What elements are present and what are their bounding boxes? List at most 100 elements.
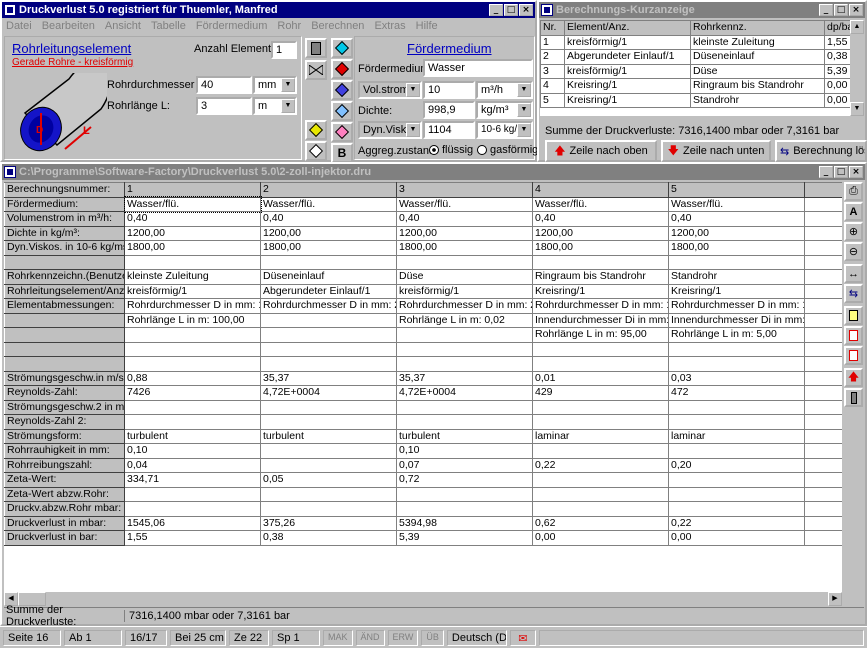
- row-header[interactable]: Druckv.abzw.Rohr mbar:: [4, 501, 125, 517]
- table-cell[interactable]: [396, 414, 533, 430]
- table-cell[interactable]: 0,40: [124, 211, 261, 227]
- row-header[interactable]: Dyn.Viskos. in 10-6 kg/ms:: [4, 240, 125, 256]
- table-cell[interactable]: [124, 341, 261, 357]
- table-cell[interactable]: [668, 399, 805, 415]
- table-cell[interactable]: 1200,00: [668, 225, 805, 241]
- table-cell[interactable]: [124, 486, 261, 502]
- table-cell[interactable]: 1800,00: [124, 240, 261, 256]
- table-cell[interactable]: 4: [532, 182, 669, 198]
- table-cell[interactable]: 0,07: [396, 457, 533, 473]
- table-cell[interactable]: 2: [260, 182, 397, 198]
- table-cell[interactable]: 0,40: [396, 211, 533, 227]
- row-header[interactable]: Rohrreibungszahl:: [4, 457, 125, 473]
- table-cell[interactable]: [804, 298, 842, 314]
- row-header[interactable]: Zeta-Wert:: [4, 472, 125, 488]
- table-cell[interactable]: Standrohr: [668, 269, 805, 285]
- cyan-diamond-button[interactable]: [331, 38, 353, 58]
- calculator-button[interactable]: [305, 38, 327, 58]
- table-cell[interactable]: [668, 472, 805, 488]
- table-cell[interactable]: 1800,00: [532, 240, 669, 256]
- row-header[interactable]: Rohrrauhigkeit in mm:: [4, 443, 125, 459]
- list-item[interactable]: 2 Abgerundeter Einlauf/1 Düseneinlauf 0,38: [540, 49, 850, 65]
- list-item[interactable]: 3 kreisförmig/1 Düse 5,39: [540, 63, 850, 79]
- table-cell[interactable]: 0,40: [532, 211, 669, 227]
- minimize-icon[interactable]: _: [819, 4, 833, 16]
- table-cell[interactable]: [260, 457, 397, 473]
- table-cell[interactable]: 0,88: [124, 370, 261, 386]
- close-icon[interactable]: ×: [849, 166, 863, 178]
- viscosity-unit-select[interactable]: 10-6 kg/m ▼: [476, 121, 533, 139]
- table-cell[interactable]: Wasser/flü.: [668, 196, 805, 212]
- minimize-icon[interactable]: _: [819, 166, 833, 178]
- print-button[interactable]: ⎙: [844, 182, 863, 201]
- table-cell[interactable]: [804, 370, 842, 386]
- red-diamond-button[interactable]: [331, 59, 353, 79]
- table-cell[interactable]: [532, 254, 669, 270]
- row-up-button[interactable]: 🡅 Zeile nach oben: [545, 140, 657, 162]
- table-cell[interactable]: [804, 254, 842, 270]
- row-header[interactable]: Zeta-Wert abzw.Rohr:: [4, 486, 125, 502]
- count-input[interactable]: 1: [271, 41, 297, 59]
- table-cell[interactable]: 0,03: [668, 370, 805, 386]
- table-cell[interactable]: 1545,06: [124, 515, 261, 531]
- row-header[interactable]: [4, 356, 125, 372]
- table-cell[interactable]: turbulent: [260, 428, 397, 444]
- table-cell[interactable]: 7426: [124, 385, 261, 401]
- radio-gas[interactable]: gasförmig: [477, 144, 538, 156]
- table-cell[interactable]: [124, 327, 261, 343]
- table-cell[interactable]: [260, 486, 397, 502]
- row-down-button[interactable]: 🡇 Zeile nach unten: [661, 140, 771, 162]
- table-cell[interactable]: [804, 515, 842, 531]
- row-header[interactable]: Volumenstrom in m³/h:: [4, 211, 125, 227]
- dropdown-arrow-icon[interactable]: ▼: [281, 99, 295, 113]
- flow-unit-select[interactable]: m³/h ▼: [476, 81, 533, 99]
- blue-diamond-button[interactable]: [331, 80, 353, 100]
- table-cell[interactable]: [804, 341, 842, 357]
- row-header[interactable]: Strömungsgeschw.in m/s:: [4, 370, 125, 386]
- table-cell[interactable]: [260, 414, 397, 430]
- table-cell[interactable]: [396, 501, 533, 517]
- table-cell[interactable]: [668, 341, 805, 357]
- table-cell[interactable]: Rohrdurchmesser D in mm: 112,0: [668, 298, 805, 314]
- table-cell[interactable]: [124, 356, 261, 372]
- table-cell[interactable]: 35,37: [396, 370, 533, 386]
- table-cell[interactable]: Rohrdurchmesser D in mm: 2,00: [260, 298, 397, 314]
- table-cell[interactable]: Kreisring/1: [532, 283, 669, 299]
- table-cell[interactable]: 0,01: [532, 370, 669, 386]
- table-cell[interactable]: [260, 443, 397, 459]
- lightblue-diamond-button[interactable]: [331, 101, 353, 121]
- table-cell[interactable]: 0,72: [396, 472, 533, 488]
- table-cell[interactable]: [532, 399, 669, 415]
- table-cell[interactable]: Wasser/flü.: [396, 196, 533, 212]
- table-cell[interactable]: 5394,98: [396, 515, 533, 531]
- bowtie-button[interactable]: [305, 60, 327, 80]
- table-cell[interactable]: laminar: [668, 428, 805, 444]
- table-cell[interactable]: Rohrdurchmesser D in mm: 132,0: [532, 298, 669, 314]
- menu-ansicht[interactable]: Ansicht: [105, 20, 141, 32]
- table-cell[interactable]: 0,04: [124, 457, 261, 473]
- document-titlebar[interactable]: C:\Programme\Software-Factory\Druckverlu…: [2, 164, 865, 180]
- dropdown-arrow-icon[interactable]: ▼: [517, 123, 531, 137]
- minimize-icon[interactable]: _: [489, 4, 503, 16]
- table-cell[interactable]: [668, 501, 805, 517]
- table-cell[interactable]: 0,10: [396, 443, 533, 459]
- table-cell[interactable]: Innendurchmesser Di in mm: 88,0: [532, 312, 669, 328]
- table-cell[interactable]: [124, 414, 261, 430]
- list-item[interactable]: 1 kreisförmig/1 kleinste Zuleitung 1,55: [540, 34, 850, 50]
- table-cell[interactable]: [804, 472, 842, 488]
- status-book-icon[interactable]: ✉: [509, 629, 536, 646]
- bold-button[interactable]: B: [331, 143, 353, 163]
- menu-bearbeiten[interactable]: Bearbeiten: [42, 20, 95, 32]
- diameter-unit-select[interactable]: mm ▼: [253, 76, 297, 94]
- table-cell[interactable]: 0,00: [668, 530, 805, 546]
- row-header[interactable]: [4, 254, 125, 270]
- table-cell[interactable]: turbulent: [124, 428, 261, 444]
- table-cell[interactable]: 5: [668, 182, 805, 198]
- font-button[interactable]: A: [844, 202, 863, 221]
- zoom-in-button[interactable]: ⊕: [844, 222, 863, 241]
- move-up-button[interactable]: 🡅: [844, 368, 863, 387]
- table-cell[interactable]: 4,72E+0004: [260, 385, 397, 401]
- table-cell[interactable]: 472: [668, 385, 805, 401]
- table-cell[interactable]: [532, 443, 669, 459]
- table-cell[interactable]: [532, 486, 669, 502]
